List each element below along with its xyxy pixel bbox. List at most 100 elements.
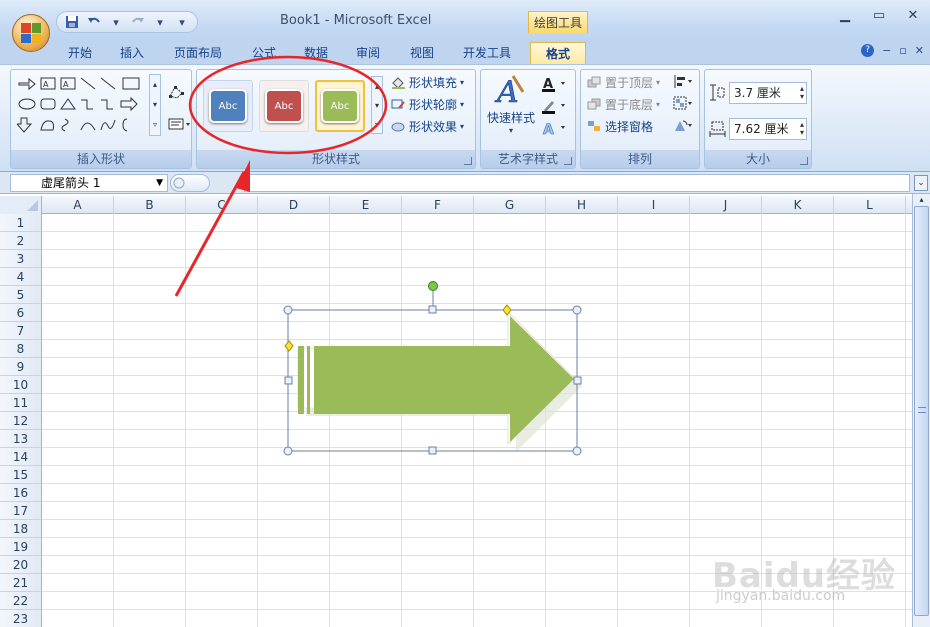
row-header-8[interactable]: 8 — [0, 340, 42, 358]
column-header-a[interactable]: A — [42, 196, 114, 214]
shapes-gallery[interactable]: A A — [15, 74, 147, 136]
ribbon-restore-button[interactable]: ▫ — [899, 44, 906, 57]
height-spinner-icon[interactable]: ▴ ▾ — [800, 85, 804, 101]
shape-style-blue[interactable]: Abc — [203, 80, 253, 132]
row-header-21[interactable]: 21 — [0, 574, 42, 592]
send-to-back-button[interactable]: 置于底层 ▾ — [587, 96, 660, 113]
column-headers: A B C D E F G H I J K L — [0, 196, 912, 214]
column-header-h[interactable]: H — [546, 196, 618, 214]
customize-qat-button[interactable]: ▾ — [173, 14, 191, 30]
maximize-button[interactable]: ▭ — [862, 8, 896, 23]
formula-divider-handle[interactable] — [170, 174, 210, 192]
row-header-6[interactable]: 6 — [0, 304, 42, 322]
row-header-16[interactable]: 16 — [0, 484, 42, 502]
column-header-c[interactable]: C — [186, 196, 258, 214]
shape-outline-button[interactable]: 形状轮廓 ▾ — [391, 96, 464, 113]
row-header-5[interactable]: 5 — [0, 286, 42, 304]
tab-developer[interactable]: 开发工具 — [454, 42, 520, 64]
row-header-20[interactable]: 20 — [0, 556, 42, 574]
formula-input[interactable] — [244, 174, 910, 192]
column-header-l[interactable]: L — [834, 196, 906, 214]
select-all-button[interactable] — [0, 196, 42, 214]
column-header-f[interactable]: F — [402, 196, 474, 214]
vertical-scrollbar[interactable]: ▴ — [912, 194, 930, 627]
row-header-17[interactable]: 17 — [0, 502, 42, 520]
tab-home[interactable]: 开始 — [58, 42, 102, 64]
row-header-1[interactable]: 1 — [0, 214, 42, 232]
pen-outline-icon — [391, 99, 405, 109]
tab-review[interactable]: 审阅 — [346, 42, 390, 64]
width-spinner-icon[interactable]: ▴ ▾ — [800, 121, 804, 137]
row-header-14[interactable]: 14 — [0, 448, 42, 466]
column-header-j[interactable]: J — [690, 196, 762, 214]
row-header-23[interactable]: 23 — [0, 610, 42, 627]
selection-pane-button[interactable]: 选择窗格 — [587, 118, 653, 135]
row-header-22[interactable]: 22 — [0, 592, 42, 610]
size-launcher[interactable] — [800, 157, 808, 165]
row-header-13[interactable]: 13 — [0, 430, 42, 448]
row-header-9[interactable]: 9 — [0, 358, 42, 376]
row-header-12[interactable]: 12 — [0, 412, 42, 430]
tab-format[interactable]: 格式 — [530, 42, 586, 64]
shape-effects-button[interactable]: 形状效果 ▾ — [391, 118, 464, 135]
row-header-4[interactable]: 4 — [0, 268, 42, 286]
chevron-down-icon[interactable]: ▼ — [156, 175, 163, 191]
name-box-value: 虚尾箭头 1 — [41, 176, 101, 190]
tab-data[interactable]: 数据 — [294, 42, 338, 64]
column-header-g[interactable]: G — [474, 196, 546, 214]
row-header-2[interactable]: 2 — [0, 232, 42, 250]
text-box-button[interactable] — [167, 116, 195, 132]
tab-page-layout[interactable]: 页面布局 — [166, 42, 230, 64]
rotate-button[interactable] — [673, 118, 695, 134]
name-box[interactable]: 虚尾箭头 1 ▼ — [10, 174, 168, 192]
shape-styles-more[interactable]: ▴ ▾ ▿ — [371, 76, 383, 134]
close-button[interactable]: ✕ — [896, 8, 930, 23]
column-header-b[interactable]: B — [114, 196, 186, 214]
bring-to-front-button[interactable]: 置于顶层 ▾ — [587, 74, 660, 91]
column-header-d[interactable]: D — [258, 196, 330, 214]
ribbon-close-button[interactable]: ✕ — [915, 44, 924, 57]
row-header-3[interactable]: 3 — [0, 250, 42, 268]
quick-styles-button[interactable]: A 快速样式 ▾ — [485, 72, 537, 138]
undo-button[interactable] — [85, 14, 103, 30]
column-header-k[interactable]: K — [762, 196, 834, 214]
text-effects-button[interactable]: A — [541, 120, 571, 138]
scroll-up-icon[interactable]: ▴ — [914, 195, 929, 205]
tab-view[interactable]: 视图 — [400, 42, 444, 64]
shape-style-red[interactable]: Abc — [259, 80, 309, 132]
save-button[interactable] — [63, 14, 81, 30]
wordart-launcher[interactable] — [564, 157, 572, 165]
shape-styles-launcher[interactable] — [464, 157, 472, 165]
shape-width-input[interactable]: 7.62 厘米 ▴ ▾ — [729, 118, 807, 140]
row-header-7[interactable]: 7 — [0, 322, 42, 340]
office-button[interactable] — [12, 14, 50, 52]
row-header-19[interactable]: 19 — [0, 538, 42, 556]
expand-formula-bar-icon[interactable]: ⌄ — [914, 175, 928, 191]
group-objects-button[interactable] — [673, 96, 695, 112]
shape-effects-label: 形状效果 — [409, 120, 458, 134]
redo-dropdown[interactable]: ▾ — [151, 14, 169, 30]
undo-dropdown[interactable]: ▾ — [107, 14, 125, 30]
ribbon-minimize-button[interactable]: − — [882, 44, 891, 57]
tab-insert[interactable]: 插入 — [110, 42, 154, 64]
row-header-11[interactable]: 11 — [0, 394, 42, 412]
shapes-scroll[interactable]: ▴ ▾ ▿ — [149, 74, 161, 136]
text-outline-button[interactable] — [541, 98, 571, 114]
help-icon[interactable]: ? — [861, 44, 875, 57]
row-header-10[interactable]: 10 — [0, 376, 42, 394]
redo-button[interactable] — [129, 14, 147, 30]
shape-fill-button[interactable]: 形状填充 ▾ — [391, 74, 464, 91]
shape-height-input[interactable]: 3.7 厘米 ▴ ▾ — [729, 82, 807, 104]
ribbon-tabs: 开始 插入 页面布局 公式 数据 审阅 视图 开发工具 格式 — [0, 42, 930, 64]
row-header-18[interactable]: 18 — [0, 520, 42, 538]
column-header-i[interactable]: I — [618, 196, 690, 214]
edit-shape-button[interactable] — [167, 84, 189, 100]
text-fill-button[interactable]: A — [541, 76, 571, 92]
row-header-15[interactable]: 15 — [0, 466, 42, 484]
scrollbar-thumb[interactable] — [914, 206, 929, 616]
tab-formulas[interactable]: 公式 — [242, 42, 286, 64]
minimize-button[interactable]: ▁ — [828, 8, 862, 23]
shape-style-green-selected[interactable]: Abc — [315, 80, 365, 132]
column-header-e[interactable]: E — [330, 196, 402, 214]
align-button[interactable] — [673, 74, 695, 90]
